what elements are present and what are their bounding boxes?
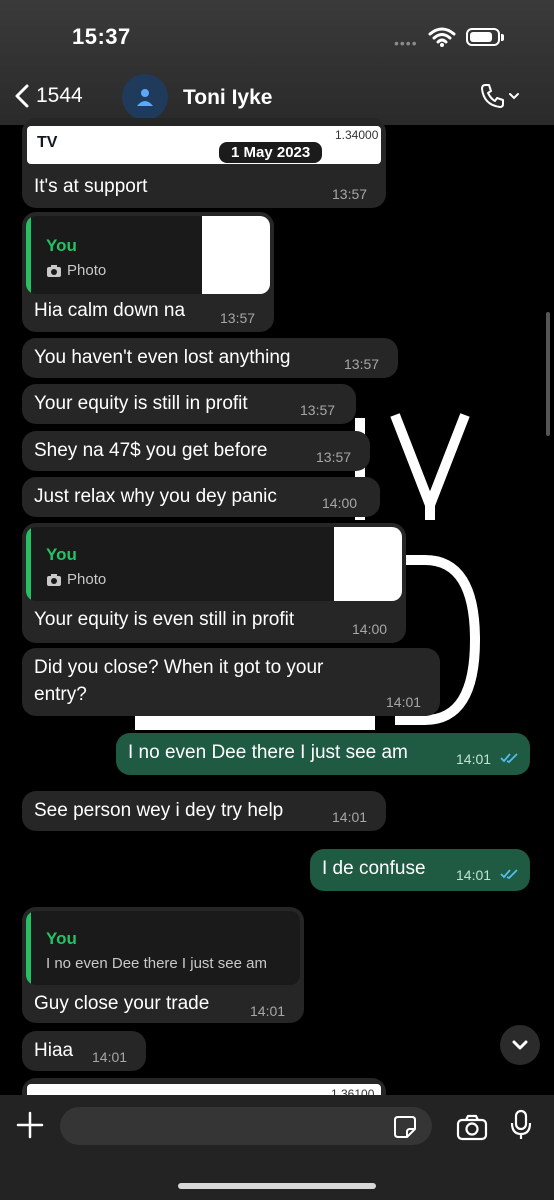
avatar[interactable]	[122, 74, 168, 120]
quoted-message[interactable]: You I no even Dee there I just see am	[26, 911, 300, 985]
wifi-icon	[428, 27, 456, 47]
back-button[interactable]: 1544	[14, 84, 83, 108]
message-bubble-outgoing[interactable]: I no even Dee there I just see am 14:01	[116, 733, 530, 775]
message-time: 13:57	[316, 449, 352, 465]
price-axis-label: 1.34000	[335, 128, 379, 142]
message-input[interactable]	[60, 1107, 432, 1145]
tradingview-logo: TV	[37, 134, 58, 151]
message-time: 13:57	[332, 186, 368, 202]
photo-icon	[47, 264, 61, 277]
call-button[interactable]	[478, 82, 520, 110]
back-unread-count: 1544	[36, 84, 83, 107]
message-text: See person wey i dey try help	[34, 800, 284, 821]
double-check-icon	[500, 869, 518, 880]
header-bar: 15:37 •••• 1544 Toni Iyke	[0, 0, 554, 125]
message-time: 13:57	[344, 356, 380, 372]
message-time: 14:01	[456, 867, 492, 883]
message-bubble[interactable]: See person wey i dey try help 14:01	[22, 791, 386, 831]
message-text: Your equity is even still in profit	[34, 609, 295, 630]
message-bubble-chart[interactable]: TV 1.34000 It's at support 13:57	[22, 118, 386, 208]
message-bubble[interactable]: Did you close? When it got to your entry…	[22, 648, 440, 716]
home-indicator	[178, 1183, 376, 1189]
double-check-icon	[500, 753, 518, 764]
message-text: I de confuse	[322, 858, 426, 879]
message-bubble[interactable]: You Photo Your equity is even still in p…	[22, 523, 406, 643]
quoted-message[interactable]: You Photo	[26, 527, 402, 601]
message-time: 13:57	[220, 310, 256, 326]
message-bubble[interactable]: You Photo Hia calm down na 13:57	[22, 212, 274, 332]
quote-text: Photo	[67, 571, 107, 588]
sticker-icon[interactable]	[393, 1115, 417, 1139]
person-icon	[137, 89, 153, 106]
message-text: Hiaa	[34, 1040, 74, 1061]
quote-accent-bar	[26, 216, 31, 294]
message-text: Guy close your trade	[34, 993, 210, 1014]
message-text: I no even Dee there I just see am	[128, 742, 408, 763]
message-bubble[interactable]: You I no even Dee there I just see am Gu…	[22, 907, 304, 1023]
message-text-line-2: entry?	[34, 684, 87, 705]
mic-icon[interactable]	[510, 1109, 532, 1141]
message-text-line-1: Did you close? When it got to your	[34, 657, 324, 678]
quote-thumbnail	[202, 216, 270, 294]
contact-name[interactable]: Toni Iyke	[183, 86, 272, 110]
quote-thumbnail	[334, 527, 402, 601]
message-composer	[0, 1095, 554, 1200]
quote-text: Photo	[67, 262, 107, 279]
message-text: You haven't even lost anything	[34, 347, 291, 368]
quoted-message[interactable]: You Photo	[26, 216, 270, 294]
message-time: 14:01	[456, 751, 492, 767]
quote-text: I no even Dee there I just see am	[46, 955, 267, 972]
scroll-to-bottom-button[interactable]	[500, 1025, 540, 1065]
quote-author: You	[46, 929, 77, 948]
quote-author: You	[46, 236, 77, 255]
quote-content: Photo	[46, 262, 106, 279]
status-time: 15:37	[72, 24, 131, 49]
back-chevron-icon	[15, 84, 29, 108]
quote-accent-bar	[26, 911, 31, 985]
message-time: 14:01	[250, 1003, 286, 1019]
plus-icon[interactable]	[14, 1109, 46, 1141]
message-text: Just relax why you dey panic	[34, 486, 277, 507]
photo-icon	[47, 573, 61, 586]
message-text: Your equity is still in profit	[34, 393, 248, 414]
camera-icon[interactable]	[456, 1113, 488, 1141]
message-time: 14:00	[322, 495, 358, 511]
message-time: 14:01	[92, 1049, 128, 1065]
message-bubble[interactable]: Just relax why you dey panic 14:00	[22, 477, 380, 517]
message-time: 13:57	[300, 402, 336, 418]
message-bubble[interactable]: You haven't even lost anything 13:57	[22, 338, 398, 378]
chart-image[interactable]: TV 1.34000	[27, 126, 381, 164]
quote-accent-bar	[26, 527, 31, 601]
battery-icon	[466, 28, 504, 46]
quote-content: Photo	[46, 571, 106, 588]
quote-author: You	[46, 545, 77, 564]
scrollbar[interactable]	[546, 312, 550, 436]
phone-icon	[481, 84, 504, 108]
message-time: 14:01	[386, 694, 422, 710]
message-bubble-outgoing[interactable]: I de confuse 14:01	[310, 849, 530, 891]
signal-dots: ••••	[394, 35, 418, 51]
message-time: 14:00	[352, 621, 388, 637]
chevron-down-icon	[509, 93, 519, 100]
message-bubble[interactable]: Hiaa 14:01	[22, 1031, 146, 1071]
message-text: Shey na 47$ you get before	[34, 440, 268, 461]
chevron-down-icon	[512, 1040, 528, 1050]
message-text: It's at support	[34, 176, 148, 197]
message-bubble[interactable]: Shey na 47$ you get before 13:57	[22, 431, 370, 471]
message-time: 14:01	[332, 809, 368, 825]
message-bubble[interactable]: Your equity is still in profit 13:57	[22, 384, 356, 424]
date-chip: 1 May 2023	[219, 142, 323, 163]
message-text: Hia calm down na	[34, 300, 186, 321]
